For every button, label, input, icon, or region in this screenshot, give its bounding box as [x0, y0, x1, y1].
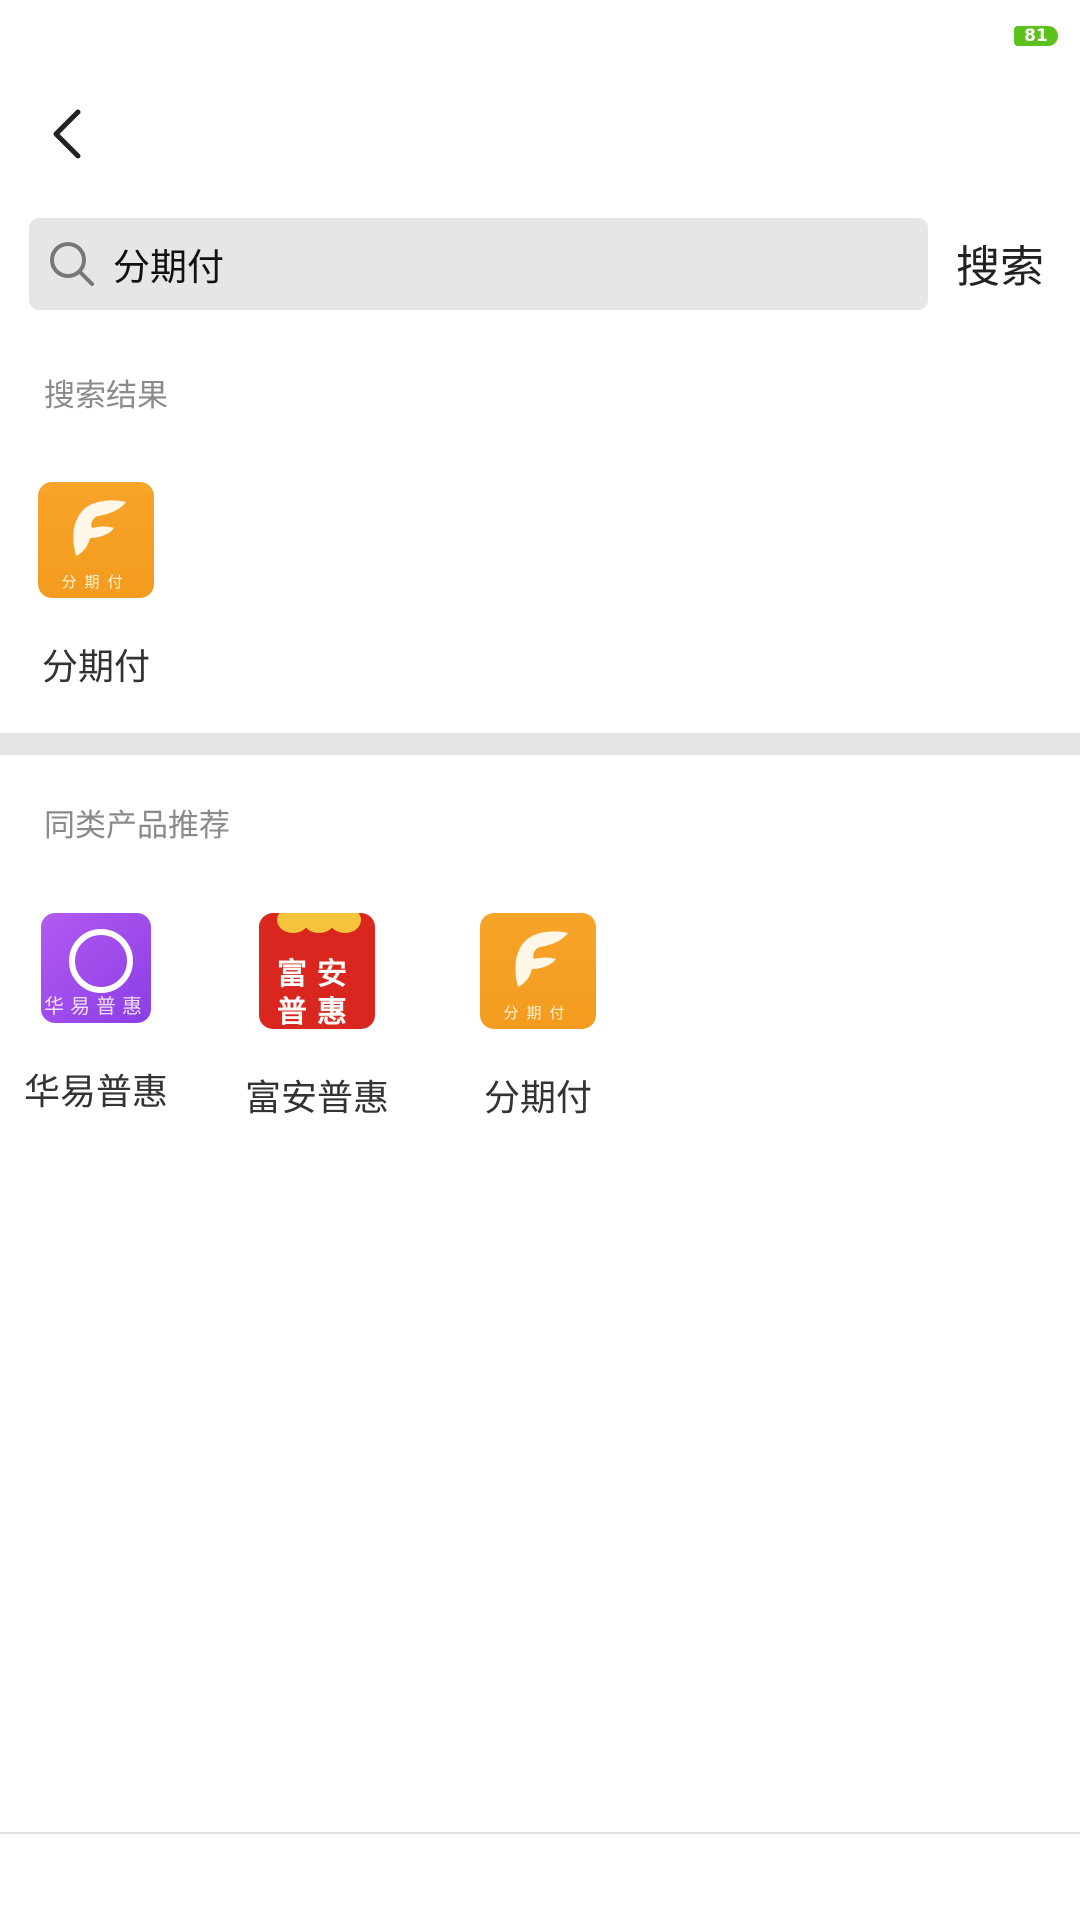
fenqifu-logo-icon: 分期付 [480, 913, 596, 1029]
fenqifu-logo-icon: 分期付 [38, 482, 154, 598]
section-divider [0, 733, 1080, 755]
app-label: 华易普惠 [23, 1072, 168, 1113]
huayi-logo-icon: 华易普惠 [41, 913, 151, 1023]
result-app-fenqifu[interactable]: 分期付 分期付 [11, 482, 181, 690]
fuan-logo-icon: 富安 普惠 [259, 913, 375, 1029]
app-label: 分期付 [483, 1078, 592, 1119]
recommend-title: 同类产品推荐 [44, 808, 230, 844]
bottom-divider [0, 1832, 1080, 1834]
search-icon [50, 242, 94, 286]
app-label: 分期付 [41, 647, 150, 688]
recommend-app-fenqifu[interactable]: 分期付 分期付 [453, 913, 623, 1121]
recommend-app-fuan[interactable]: 富安 普惠 富安普惠 [232, 913, 402, 1121]
back-button[interactable] [42, 104, 92, 164]
recommend-app-huayi[interactable]: 华易普惠 华易普惠 [11, 913, 181, 1115]
search-results-title: 搜索结果 [44, 378, 168, 414]
app-label: 富安普惠 [244, 1078, 389, 1119]
chevron-left-icon [53, 109, 81, 159]
battery-icon: 81 [1014, 26, 1058, 46]
status-bar: 81 [0, 0, 1080, 72]
search-input[interactable] [113, 232, 903, 296]
search-button[interactable]: 搜索 [942, 228, 1058, 308]
search-bar[interactable] [29, 218, 928, 310]
